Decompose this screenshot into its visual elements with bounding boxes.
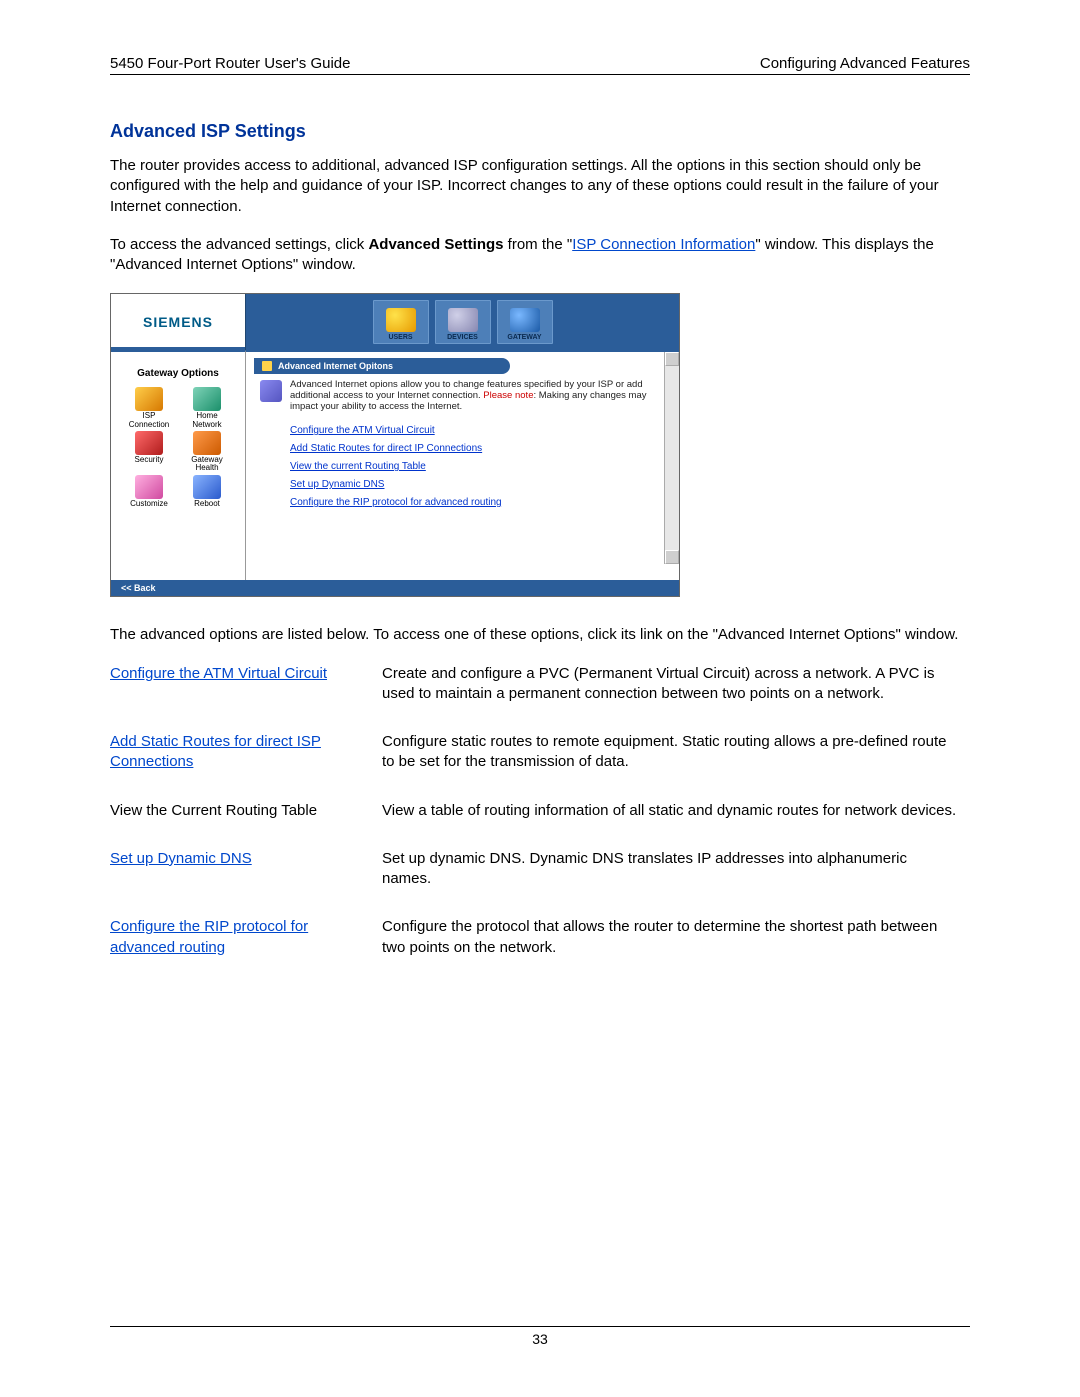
opt-rip-link[interactable]: Configure the RIP protocol for advanced … [110, 918, 308, 955]
intro-paragraph-2: To access the advanced settings, click A… [110, 235, 970, 276]
options-table: Configure the ATM Virtual Circuit Create… [110, 664, 970, 986]
table-row: View the Current Routing Table View a ta… [110, 801, 970, 849]
embedded-screenshot: SIEMENS USERS DEVICES GATEWAY Gateway Op… [110, 293, 680, 597]
opt-atm-desc: Create and configure a PVC (Permanent Vi… [382, 664, 970, 733]
nav-users-button[interactable]: USERS [373, 300, 429, 344]
panel-header: Advanced Internet Opitons [254, 358, 510, 374]
ss-link-static-routes[interactable]: Add Static Routes for direct IP Connecti… [290, 443, 482, 454]
section-title: Advanced ISP Settings [110, 121, 970, 142]
gateway-health-icon [193, 431, 221, 455]
table-row: Set up Dynamic DNS Set up dynamic DNS. D… [110, 849, 970, 918]
opt-routing-table-label: View the Current Routing Table [110, 802, 317, 819]
opt-ddns-link[interactable]: Set up Dynamic DNS [110, 850, 252, 867]
scroll-up-icon[interactable] [665, 352, 679, 366]
sidebar-gateway-health[interactable]: Gateway Health [185, 431, 229, 473]
ss-link-atm[interactable]: Configure the ATM Virtual Circuit [290, 425, 435, 436]
page-footer: 33 [110, 1326, 970, 1347]
gateway-icon [510, 308, 540, 332]
scrollbar[interactable] [664, 352, 679, 564]
nav-gateway-button[interactable]: GATEWAY [497, 300, 553, 344]
users-icon [386, 308, 416, 332]
opt-static-routes-link[interactable]: Add Static Routes for direct ISP Connect… [110, 733, 321, 770]
table-row: Configure the ATM Virtual Circuit Create… [110, 664, 970, 733]
panel-links: Configure the ATM Virtual Circuit Add St… [290, 425, 679, 508]
scroll-down-icon[interactable] [665, 550, 679, 564]
security-icon [135, 431, 163, 455]
ss-link-routing-table[interactable]: View the current Routing Table [290, 461, 426, 472]
nav-devices-button[interactable]: DEVICES [435, 300, 491, 344]
panel-description: Advanced Internet opions allow you to ch… [290, 380, 669, 413]
memo-icon [262, 361, 272, 371]
opt-ddns-desc: Set up dynamic DNS. Dynamic DNS translat… [382, 849, 970, 918]
opt-static-routes-desc: Configure static routes to remote equipm… [382, 732, 970, 801]
devices-icon [448, 308, 478, 332]
sidebar-security[interactable]: Security [127, 431, 171, 473]
sidebar-customize[interactable]: Customize [127, 475, 171, 508]
ss-link-rip[interactable]: Configure the RIP protocol for advanced … [290, 497, 502, 508]
siemens-logo: SIEMENS [111, 294, 246, 350]
ss-link-ddns[interactable]: Set up Dynamic DNS [290, 479, 384, 490]
back-button[interactable]: << Back [111, 580, 679, 596]
table-row: Configure the RIP protocol for advanced … [110, 917, 970, 986]
sidebar-home-network[interactable]: Home Network [185, 387, 229, 429]
sidebar-title: Gateway Options [137, 368, 219, 379]
table-row: Add Static Routes for direct ISP Connect… [110, 732, 970, 801]
page-number: 33 [532, 1331, 548, 1347]
page-header: 5450 Four-Port Router User's Guide Confi… [110, 55, 970, 75]
header-right: Configuring Advanced Features [760, 55, 970, 72]
opt-atm-link[interactable]: Configure the ATM Virtual Circuit [110, 665, 327, 682]
customize-icon [135, 475, 163, 499]
opt-rip-desc: Configure the protocol that allows the r… [382, 917, 970, 986]
reboot-icon [193, 475, 221, 499]
isp-connection-info-link[interactable]: ISP Connection Information [572, 236, 755, 253]
home-network-icon [193, 387, 221, 411]
sidebar: Gateway Options ISP Connection Home Netw… [111, 350, 246, 580]
intro-paragraph-1: The router provides access to additional… [110, 156, 970, 217]
opt-routing-table-desc: View a table of routing information of a… [382, 801, 970, 849]
isp-connection-icon [135, 387, 163, 411]
sidebar-reboot[interactable]: Reboot [185, 475, 229, 508]
header-left: 5450 Four-Port Router User's Guide [110, 55, 350, 72]
wrench-icon [260, 380, 282, 402]
options-intro: The advanced options are listed below. T… [110, 625, 970, 645]
sidebar-isp-connection[interactable]: ISP Connection [127, 387, 171, 429]
